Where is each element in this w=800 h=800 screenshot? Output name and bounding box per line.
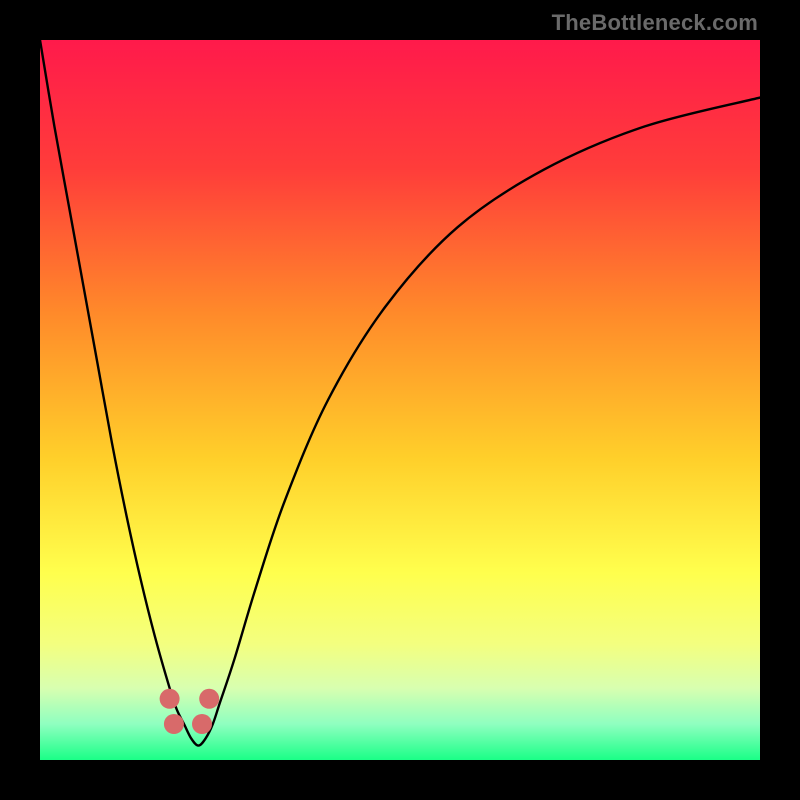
marker-dot [164, 714, 184, 734]
watermark-text: TheBottleneck.com [552, 10, 758, 36]
curve-markers [160, 689, 220, 734]
curve-layer [40, 40, 760, 760]
plot-area [40, 40, 760, 760]
marker-dot [192, 714, 212, 734]
chart-frame: TheBottleneck.com [0, 0, 800, 800]
marker-dot [160, 689, 180, 709]
marker-dot [199, 689, 219, 709]
bottleneck-curve [40, 40, 760, 746]
